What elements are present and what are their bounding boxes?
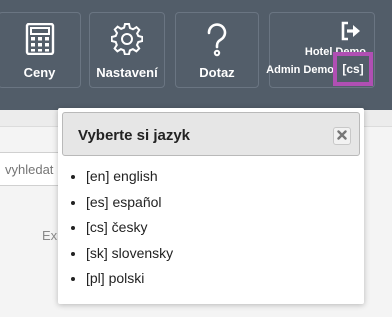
nav-tile-label: Nastavení [96,65,158,80]
search-field[interactable] [0,152,71,186]
language-option-es[interactable]: [es] español [86,190,173,216]
question-icon [176,23,258,57]
language-button[interactable]: [cs] [333,52,373,86]
background-text: Ex [42,228,58,243]
close-icon [337,127,347,145]
language-option-cs[interactable]: [cs] česky [86,215,173,241]
close-button[interactable] [333,127,351,145]
nav-tile-label: Dotaz [199,65,235,80]
nav-tile-nastaveni[interactable]: Nastavení [89,12,165,88]
admin-name: Admin Demo [266,64,334,76]
nav-tile-label: Ceny [23,65,56,80]
language-modal: Vyberte si jazyk [en] english [es] españ… [58,108,364,304]
language-option-en[interactable]: [en] english [86,164,173,190]
calculator-icon [0,23,80,55]
logout-icon[interactable] [340,21,362,46]
language-option-sk[interactable]: [sk] slovensky [86,241,173,267]
modal-title: Vyberte si jazyk [78,127,191,144]
nav-tile-dotaz[interactable]: Dotaz [175,12,259,88]
gear-icon [90,23,164,55]
nav-tile-ceny[interactable]: Ceny [0,12,81,88]
modal-header: Vyberte si jazyk [62,112,360,156]
language-list: [en] english [es] español [cs] česky [sk… [86,164,173,292]
language-option-pl[interactable]: [pl] polski [86,266,173,292]
